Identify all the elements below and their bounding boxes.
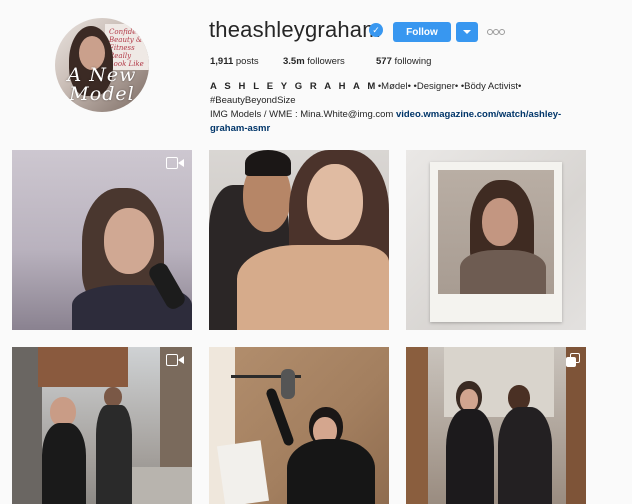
video-camera-icon (166, 156, 186, 170)
stat-following-label: following (394, 56, 432, 67)
more-options-icon[interactable] (487, 26, 505, 36)
post-tile-1[interactable] (12, 150, 192, 330)
stat-posts: 1,911 posts (210, 56, 259, 67)
video-camera-icon (166, 353, 186, 367)
stat-following[interactable]: 577 following (376, 56, 431, 67)
stat-posts-value: 1,911 (210, 56, 234, 67)
avatar-magazine-text: Confident Beauty & Fitness Really Look L… (109, 28, 144, 68)
post-tile-4[interactable] (12, 347, 192, 504)
bio-line2: IMG Models / WME : Mina.White@img.com (210, 109, 396, 120)
suggestions-dropdown-button[interactable] (456, 22, 478, 42)
post-tile-2[interactable] (209, 150, 389, 330)
multiple-images-icon (566, 353, 580, 367)
avatar-cover-text: A New Model (67, 64, 137, 105)
post-tile-5[interactable] (209, 347, 389, 504)
chevron-down-icon (463, 30, 471, 34)
profile-bio: A S H L E Y G R A H A M•Mødel• •Designer… (210, 80, 590, 136)
stat-followers-value: 3.5m (283, 56, 305, 67)
stat-followers[interactable]: 3.5m followers (283, 56, 345, 67)
profile-username: theashleygraham (209, 17, 381, 42)
bio-full-name: A S H L E Y G R A H A M (210, 81, 378, 92)
stat-posts-label: posts (235, 56, 259, 67)
stat-followers-label: followers (307, 56, 345, 67)
profile-avatar[interactable]: Confident Beauty & Fitness Really Look L… (55, 18, 149, 112)
post-tile-6[interactable] (406, 347, 586, 504)
verified-badge-icon: ✓ (369, 23, 383, 37)
post-tile-3[interactable] (406, 150, 586, 330)
stat-following-value: 577 (376, 56, 392, 67)
follow-button[interactable]: Follow (393, 22, 451, 42)
